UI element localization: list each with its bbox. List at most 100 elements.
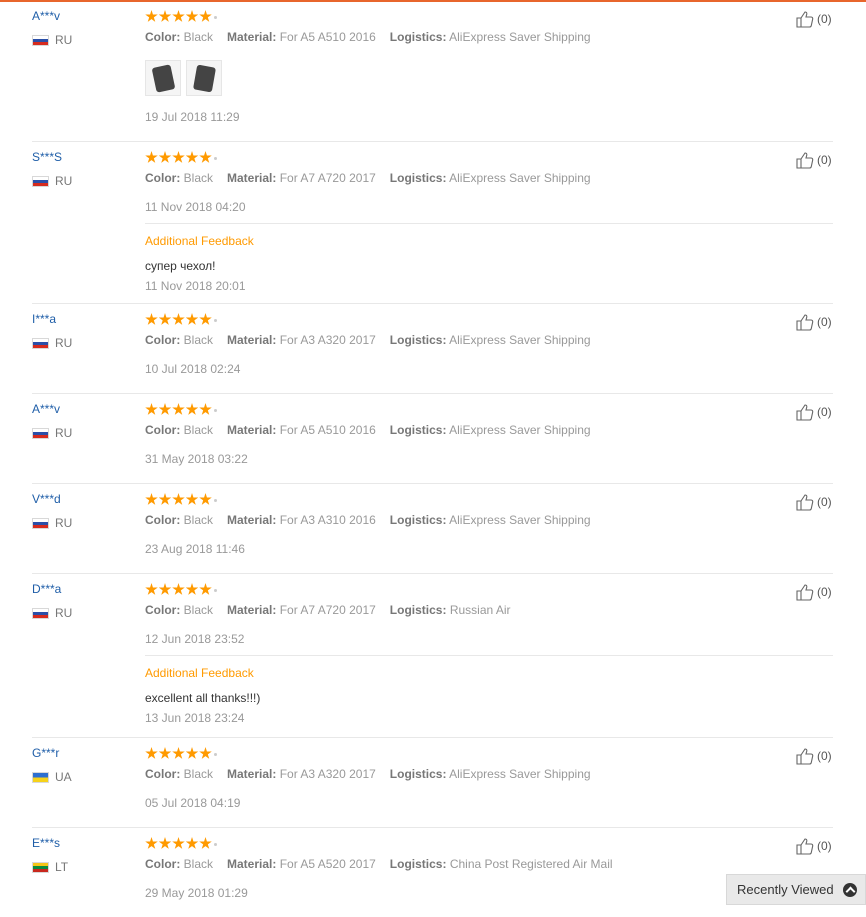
star-icon <box>172 403 185 415</box>
review-divider <box>32 573 833 574</box>
material-value: For A5 A510 2016 <box>279 423 376 437</box>
star-icon <box>158 10 172 22</box>
rating-dot <box>213 409 217 412</box>
material-value: For A3 A310 2016 <box>279 513 376 527</box>
color-value: Black <box>183 423 214 437</box>
helpful-count: (0) <box>817 495 832 509</box>
flag-ua-icon <box>32 771 49 783</box>
color-label: Color: <box>145 513 181 527</box>
star-icon <box>158 837 172 849</box>
review-photo-thumbnail[interactable] <box>145 60 181 96</box>
logistics-value: AliExpress Saver Shipping <box>449 30 591 44</box>
reviewer-name[interactable]: D***a <box>32 582 61 596</box>
helpful-button[interactable]: (0) <box>796 403 832 421</box>
star-icon <box>158 583 172 595</box>
logistics-value: Russian Air <box>449 603 511 617</box>
helpful-count: (0) <box>817 405 832 419</box>
logistics-label: Logistics: <box>389 333 447 347</box>
logistics-label: Logistics: <box>389 423 447 437</box>
order-attributes: Color: Black Material: For A7 A720 2017 Lo… <box>145 171 591 185</box>
additional-feedback-divider <box>145 223 833 224</box>
logistics-value: AliExpress Saver Shipping <box>449 171 591 185</box>
helpful-button[interactable]: (0) <box>796 747 832 765</box>
star-icon <box>158 403 172 415</box>
star-icon <box>185 151 199 163</box>
star-icon <box>185 493 199 505</box>
star-icon <box>172 313 185 325</box>
country-code: RU <box>55 426 73 440</box>
country-code: RU <box>55 606 73 620</box>
recently-viewed-button[interactable]: Recently Viewed <box>726 874 866 905</box>
phone-case-image <box>192 64 217 93</box>
material-label: Material: <box>227 30 277 44</box>
reviewer-name[interactable]: A***v <box>32 402 60 416</box>
helpful-button[interactable]: (0) <box>796 313 832 331</box>
star-icon <box>172 747 185 759</box>
color-label: Color: <box>145 333 181 347</box>
star-icon <box>172 837 185 849</box>
material-label: Material: <box>227 171 277 185</box>
color-label: Color: <box>145 30 181 44</box>
order-attributes: Color: Black Material: For A5 A520 2017 Lo… <box>145 857 613 871</box>
country-code: RU <box>55 516 73 530</box>
color-label: Color: <box>145 767 181 781</box>
material-label: Material: <box>227 423 277 437</box>
star-icon <box>145 403 158 415</box>
star-icon <box>145 493 158 505</box>
color-value: Black <box>183 171 214 185</box>
star-rating <box>145 403 217 416</box>
reviewer-name[interactable]: A***v <box>32 9 60 23</box>
review-item: A***v RU Color: Black Material: For A5 A510… <box>0 0 866 141</box>
star-icon <box>145 583 158 595</box>
logistics-value: China Post Registered Air Mail <box>449 857 613 871</box>
helpful-count: (0) <box>817 749 832 763</box>
flag-ru-icon <box>32 175 49 187</box>
star-icon <box>145 313 158 325</box>
helpful-count: (0) <box>817 839 832 853</box>
review-item: G***r UA Color: Black Material: For A3 A320… <box>0 737 866 827</box>
star-icon <box>185 10 199 22</box>
review-photos <box>145 60 227 96</box>
material-value: For A5 A520 2017 <box>279 857 376 871</box>
star-icon <box>185 403 199 415</box>
helpful-button[interactable]: (0) <box>796 10 832 28</box>
star-rating <box>145 747 217 760</box>
reviewer-country: LT <box>32 860 68 874</box>
review-item: A***v RU Color: Black Material: For A5 A510… <box>0 393 866 483</box>
reviewer-country: RU <box>32 426 72 440</box>
reviewer-name[interactable]: G***r <box>32 746 59 760</box>
country-code: LT <box>55 860 69 874</box>
review-photo-thumbnail[interactable] <box>186 60 222 96</box>
review-date: 23 Aug 2018 11:46 <box>145 542 245 556</box>
helpful-button[interactable]: (0) <box>796 837 832 855</box>
flag-ru-icon <box>32 517 49 529</box>
star-icon <box>158 313 172 325</box>
reviewer-name[interactable]: E***s <box>32 836 60 850</box>
reviewer-name[interactable]: S***S <box>32 150 62 164</box>
color-value: Black <box>183 30 214 44</box>
logistics-label: Logistics: <box>389 603 447 617</box>
material-label: Material: <box>227 333 277 347</box>
color-label: Color: <box>145 857 181 871</box>
order-attributes: Color: Black Material: For A3 A310 2016 Lo… <box>145 513 591 527</box>
star-icon <box>185 747 199 759</box>
helpful-button[interactable]: (0) <box>796 583 832 601</box>
material-label: Material: <box>227 767 277 781</box>
star-icon <box>158 151 172 163</box>
star-icon <box>185 313 199 325</box>
helpful-button[interactable]: (0) <box>796 493 832 511</box>
helpful-button[interactable]: (0) <box>796 151 832 169</box>
helpful-count: (0) <box>817 315 832 329</box>
star-icon <box>199 837 212 849</box>
star-icon <box>145 747 158 759</box>
reviewer-name[interactable]: I***a <box>32 312 56 326</box>
review-divider <box>32 737 833 738</box>
star-rating <box>145 151 217 164</box>
logistics-value: AliExpress Saver Shipping <box>449 513 591 527</box>
star-icon <box>172 493 185 505</box>
star-icon <box>172 10 185 22</box>
material-value: For A5 A510 2016 <box>279 30 376 44</box>
review-divider <box>32 827 833 828</box>
reviewer-country: RU <box>32 606 72 620</box>
reviewer-name[interactable]: V***d <box>32 492 61 506</box>
